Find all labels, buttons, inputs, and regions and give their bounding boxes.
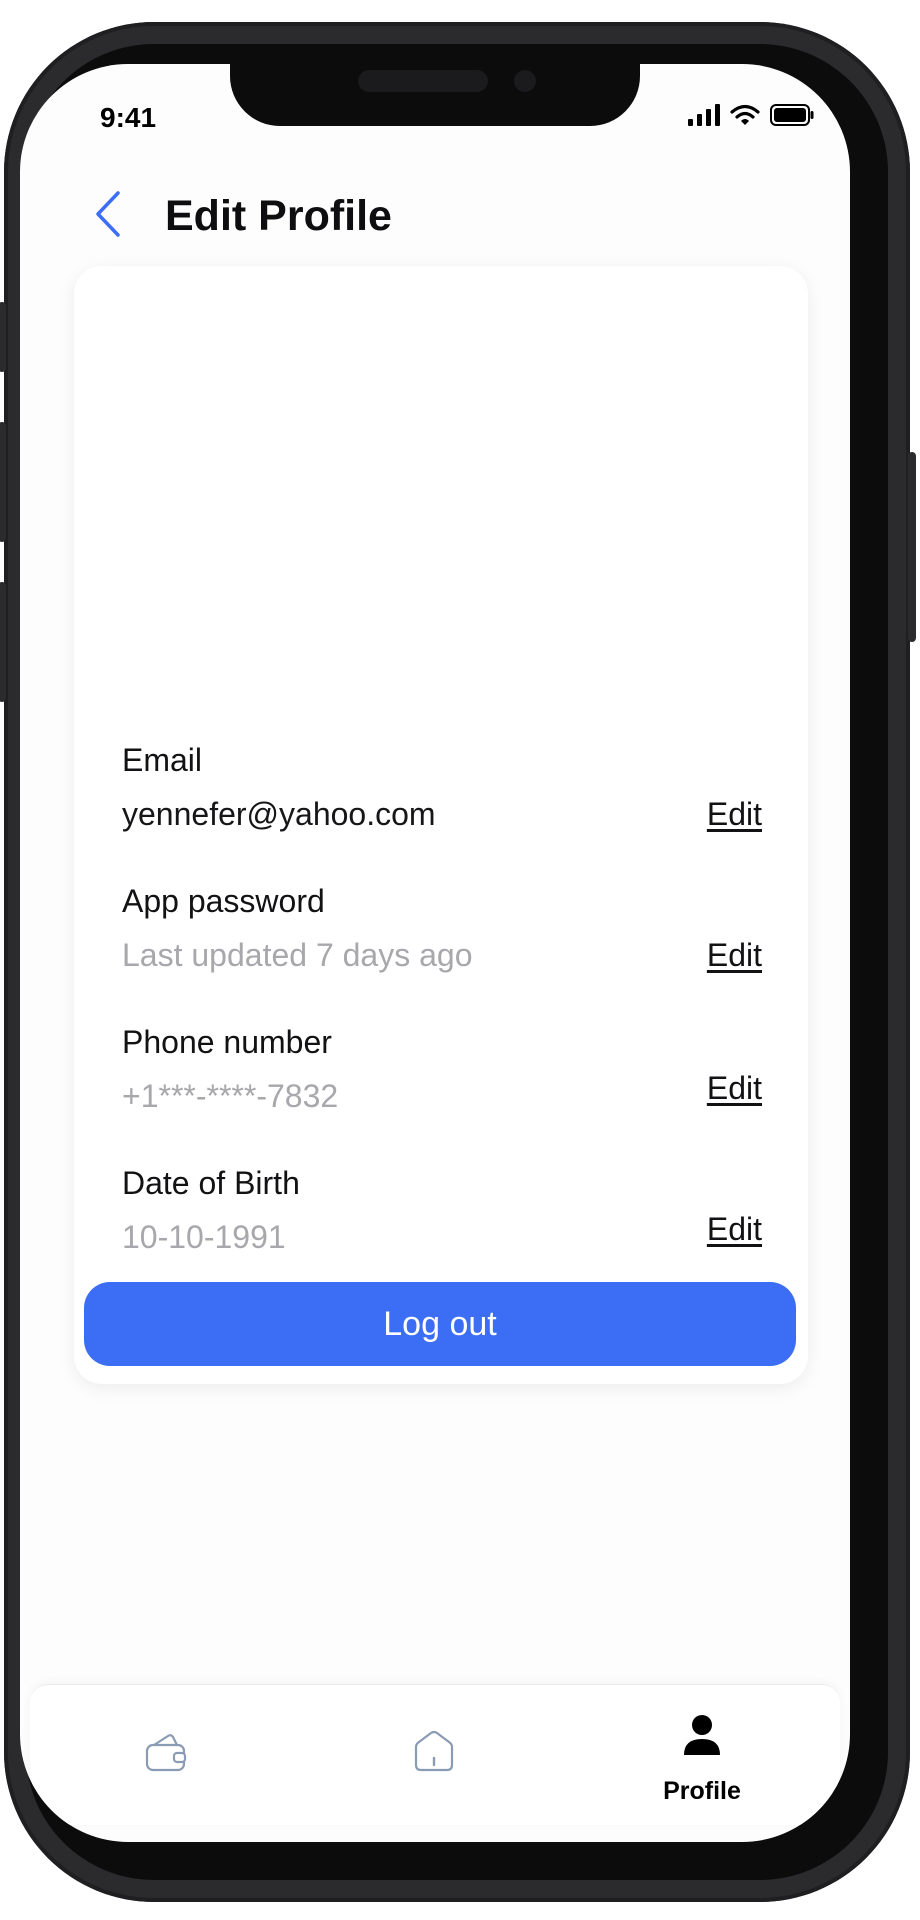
nav-item-profile[interactable]: Profile [622,1685,782,1825]
battery-icon [770,103,814,131]
phone-volume-up-button [0,422,6,542]
email-field: Email yennefer@yahoo.com Edit [122,740,762,834]
app-password-field: App password Last updated 7 days ago Edi… [122,881,762,975]
wallet-icon [144,1733,188,1778]
email-value: yennefer@yahoo.com [122,796,436,832]
date-of-birth-value: 10-10-1991 [122,1219,286,1255]
phone-number-field: Phone number +1***-****-7832 Edit [122,1022,762,1116]
edit-email-link[interactable]: Edit [707,794,762,834]
status-time: 9:41 [100,102,157,133]
edit-date-of-birth-link[interactable]: Edit [707,1209,762,1249]
logout-button[interactable]: Log out [84,1282,796,1366]
edit-app-password-link[interactable]: Edit [707,935,762,975]
phone-frame: 9:41 Edit Profile Email yennefer@yahoo.c… [0,22,916,1902]
back-button[interactable] [88,188,128,244]
profile-icon [682,1713,722,1762]
phone-number-label: Phone number [122,1024,332,1060]
home-icon [412,1729,456,1778]
nav-label-profile: Profile [663,1777,741,1805]
edit-phone-number-link[interactable]: Edit [707,1068,762,1108]
email-label: Email [122,742,203,778]
date-of-birth-label: Date of Birth [122,1165,300,1201]
chevron-left-icon [95,190,121,242]
screen: 9:41 Edit Profile Email yennefer@yahoo.c… [20,64,850,1842]
wifi-icon [730,104,760,131]
phone-side-button [0,302,6,372]
status-icons [688,103,814,131]
nav-item-wallet[interactable] [86,1685,246,1825]
date-of-birth-field: Date of Birth 10-10-1991 Edit [122,1163,762,1257]
notch [230,64,640,126]
nav-item-home[interactable] [354,1685,514,1825]
phone-number-value: +1***-****-7832 [122,1078,339,1114]
app-password-value: Last updated 7 days ago [122,937,473,973]
page-title: Edit Profile [165,192,392,240]
front-camera [514,70,536,92]
phone-volume-down-button [0,582,6,702]
speaker-grille [358,70,488,92]
bottom-nav: Profile [30,1684,840,1825]
app-password-label: App password [122,883,325,919]
profile-card: Email yennefer@yahoo.com Edit App passwo… [74,266,808,1384]
phone-power-button [908,452,916,642]
cellular-signal-icon [688,103,720,131]
